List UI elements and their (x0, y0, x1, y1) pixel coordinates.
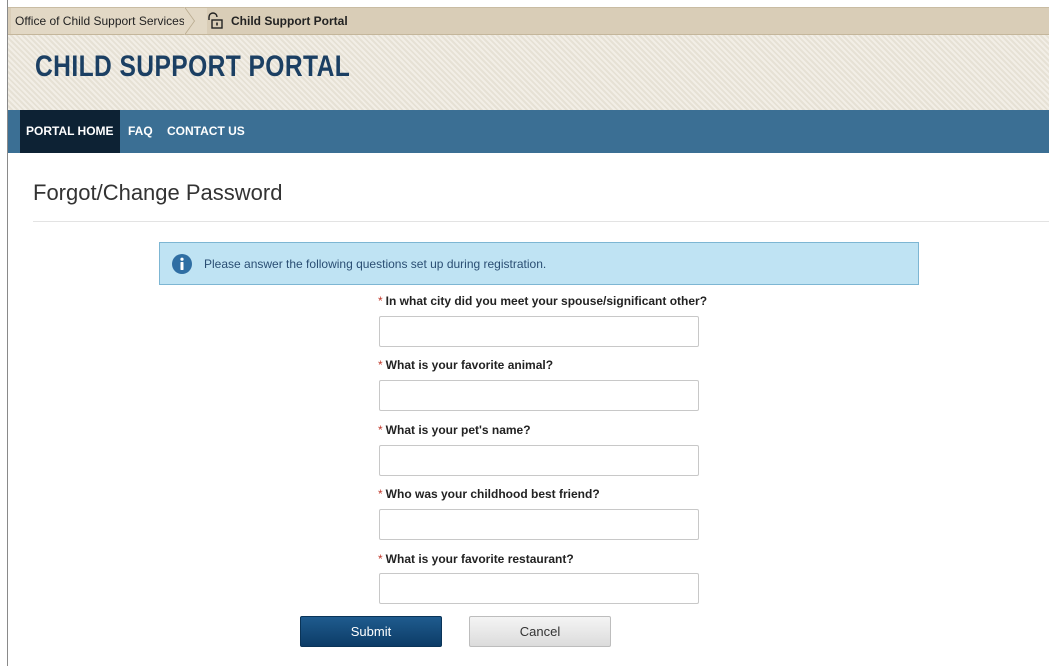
breadcrumb-separator (184, 7, 194, 35)
breadcrumb-current: Child Support Portal (206, 8, 348, 34)
question-label-city: * In what city did you meet your spouse/s… (378, 294, 707, 308)
nav-contact-us[interactable]: CONTACT US (161, 110, 251, 153)
question-text: What is your favorite animal? (385, 358, 554, 372)
question-text: In what city did you meet your spouse/si… (385, 294, 708, 308)
question-label-restaurant: * What is your favorite restaurant? (378, 552, 574, 566)
question-label-animal: * What is your favorite animal? (378, 358, 553, 372)
breadcrumb-parent-link[interactable]: Office of Child Support Services (11, 8, 207, 34)
nav-portal-home[interactable]: PORTAL HOME (20, 110, 120, 153)
breadcrumb: Office of Child Support Services Child S… (8, 7, 1049, 35)
required-marker: * (378, 423, 383, 437)
required-marker: * (378, 487, 383, 501)
answer-input-pet[interactable] (379, 445, 699, 476)
question-label-pet: * What is your pet's name? (378, 423, 531, 437)
nav-faq[interactable]: FAQ (122, 110, 159, 153)
page-frame: Office of Child Support Services Child S… (7, 0, 1049, 666)
question-text: What is your favorite restaurant? (385, 552, 574, 566)
required-marker: * (378, 358, 383, 372)
answer-input-friend[interactable] (379, 509, 699, 540)
breadcrumb-current-label: Child Support Portal (231, 14, 348, 28)
question-text: What is your pet's name? (385, 423, 531, 437)
cancel-button[interactable]: Cancel (469, 616, 611, 647)
main-nav: PORTAL HOME FAQ CONTACT US (8, 110, 1049, 153)
submit-button[interactable]: Submit (300, 616, 442, 647)
answer-input-animal[interactable] (379, 380, 699, 411)
title-divider (33, 221, 1049, 222)
site-title: CHILD SUPPORT PORTAL (35, 50, 351, 83)
page-title: Forgot/Change Password (33, 180, 283, 205)
question-label-friend: * Who was your childhood best friend? (378, 487, 600, 501)
site-header: CHILD SUPPORT PORTAL (8, 35, 1049, 110)
alert-text: Please answer the following questions se… (204, 256, 547, 271)
required-marker: * (378, 294, 383, 308)
lock-icon (208, 12, 223, 29)
info-alert: Please answer the following questions se… (159, 242, 919, 285)
answer-input-city[interactable] (379, 316, 699, 347)
info-icon (172, 253, 192, 274)
answer-input-restaurant[interactable] (379, 573, 699, 604)
required-marker: * (378, 552, 383, 566)
question-text: Who was your childhood best friend? (385, 487, 600, 501)
